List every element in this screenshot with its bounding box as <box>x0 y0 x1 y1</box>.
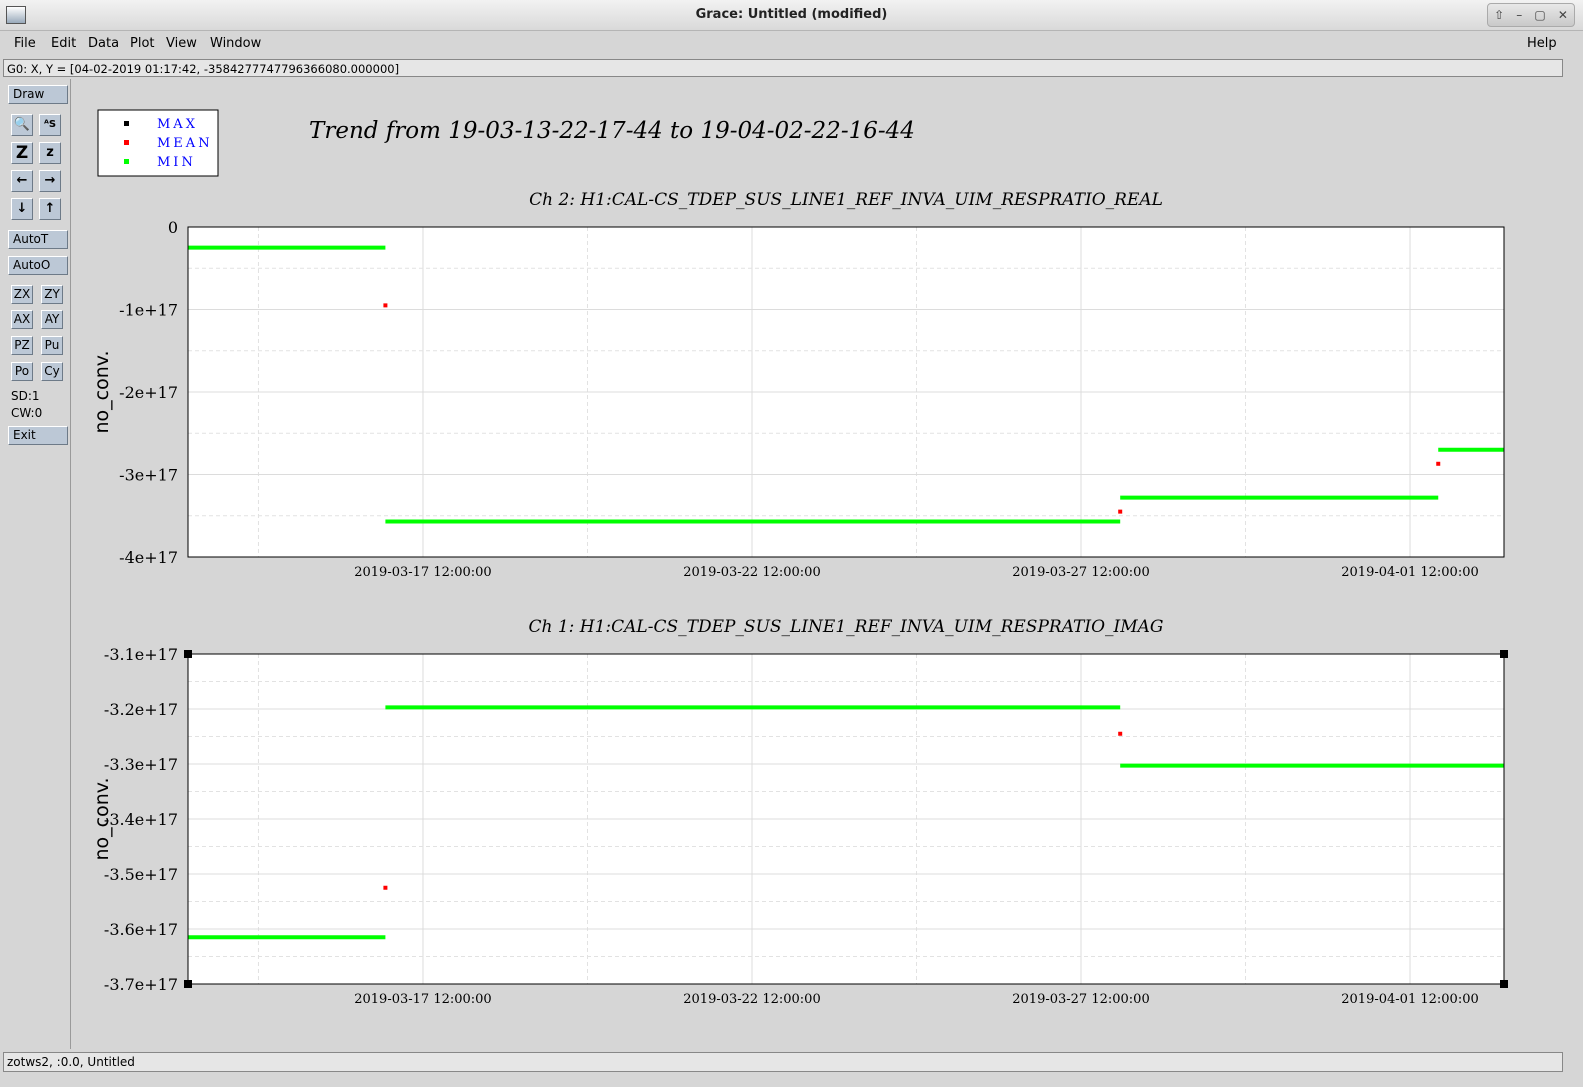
menu-window[interactable]: Window <box>210 36 261 51</box>
y-tick-label: -4e+17 <box>119 548 178 567</box>
menu-data[interactable]: Data <box>88 36 119 51</box>
y-tick-label: -2e+17 <box>119 383 178 402</box>
y-tick-label: -3.3e+17 <box>104 755 178 774</box>
y-tick-label: -3.1e+17 <box>104 645 178 664</box>
chart-title: Ch 2: H1:CAL-CS_TDEP_SUS_LINE1_REF_INVA_… <box>529 190 1163 210</box>
arrow-right-icon[interactable]: → <box>39 170 61 192</box>
y-tick-label: 0 <box>168 218 178 237</box>
draw-button[interactable]: Draw <box>8 85 68 104</box>
selection-handle[interactable] <box>184 980 192 988</box>
maximize-window-icon[interactable]: ▢ <box>1534 9 1545 21</box>
legend-max-label: MAX <box>157 117 198 132</box>
y-axis-label: no_conv. <box>91 350 113 433</box>
zoom-icon[interactable]: 🔍 <box>11 114 33 136</box>
trend-title: Trend from 19-03-13-22-17-44 to 19-04-02… <box>309 118 915 144</box>
zoom-small-icon[interactable]: z <box>39 142 61 164</box>
tool-panel: Draw 🔍 ᴬS Z z ← → ↓ ↑ AutoT AutoO ZX ZY … <box>3 79 71 1049</box>
legend-mean-label: MEAN <box>157 136 213 151</box>
arrow-left-icon[interactable]: ← <box>11 170 33 192</box>
cy-button[interactable]: Cy <box>41 362 63 381</box>
po-button[interactable]: Po <box>11 362 33 381</box>
y-tick-label: -3.2e+17 <box>104 700 178 719</box>
x-tick-label: 2019-03-27 12:00:00 <box>1012 565 1149 580</box>
zy-button[interactable]: ZY <box>41 285 63 304</box>
exit-button[interactable]: Exit <box>8 426 68 445</box>
set-depth-label: SD:1 <box>11 389 40 403</box>
x-tick-label: 2019-03-27 12:00:00 <box>1012 992 1149 1007</box>
autot-button[interactable]: AutoT <box>8 230 68 249</box>
footer-status: zotws2, :0.0, Untitled <box>3 1052 1563 1072</box>
window-title: Grace: Untitled (modified) <box>695 7 888 22</box>
graph-area[interactable]: MAX MEAN MIN Trend from 19-03-13-22-17-4… <box>73 80 1563 1048</box>
series-mean-point <box>383 303 388 308</box>
pu-button[interactable]: Pu <box>41 336 63 355</box>
graph-ch2[interactable]: Ch 2: H1:CAL-CS_TDEP_SUS_LINE1_REF_INVA_… <box>91 190 1505 580</box>
text-tool-icon[interactable]: ᴬS <box>39 114 61 136</box>
menu-view[interactable]: View <box>166 36 197 51</box>
window-controls: ⇧ – ▢ ✕ <box>1487 3 1575 27</box>
locator-readout: G0: X, Y = [04-02-2019 01:17:42, -358427… <box>3 59 1563 77</box>
current-world-label: CW:0 <box>11 406 43 420</box>
legend-max-marker <box>124 121 129 126</box>
menu-help[interactable]: Help <box>1527 36 1557 51</box>
selection-handle[interactable] <box>1500 650 1508 658</box>
menu-edit[interactable]: Edit <box>51 36 76 51</box>
graph-ch1[interactable]: Ch 1: H1:CAL-CS_TDEP_SUS_LINE1_REF_INVA_… <box>91 617 1508 1007</box>
autoo-button[interactable]: AutoO <box>8 256 68 275</box>
selection-handle[interactable] <box>1500 980 1508 988</box>
y-axis-label: no_conv. <box>91 777 113 860</box>
series-mean-point <box>1436 461 1441 466</box>
chart-title: Ch 1: H1:CAL-CS_TDEP_SUS_LINE1_REF_INVA_… <box>528 617 1163 637</box>
title-bar: Grace: Untitled (modified) ⇧ – ▢ ✕ <box>0 0 1583 31</box>
minimize-window-icon[interactable]: – <box>1516 9 1522 21</box>
x-tick-label: 2019-03-17 12:00:00 <box>354 992 491 1007</box>
y-tick-label: -1e+17 <box>119 301 178 320</box>
plot-canvas[interactable]: MAX MEAN MIN Trend from 19-03-13-22-17-4… <box>73 80 1563 1048</box>
y-tick-label: -3.6e+17 <box>104 920 178 939</box>
close-window-icon[interactable]: ✕ <box>1558 9 1568 21</box>
ay-button[interactable]: AY <box>41 310 63 329</box>
x-tick-label: 2019-03-17 12:00:00 <box>354 565 491 580</box>
y-tick-label: -3.5e+17 <box>104 865 178 884</box>
shade-window-icon[interactable]: ⇧ <box>1494 9 1504 21</box>
zx-button[interactable]: ZX <box>11 285 33 304</box>
arrow-up-icon[interactable]: ↑ <box>39 198 61 220</box>
pz-button[interactable]: PZ <box>11 336 33 355</box>
zoom-big-icon[interactable]: Z <box>11 142 33 164</box>
x-tick-label: 2019-04-01 12:00:00 <box>1341 565 1478 580</box>
y-tick-label: -3.7e+17 <box>104 975 178 994</box>
legend-mean-marker <box>124 140 129 145</box>
selection-handle[interactable] <box>184 650 192 658</box>
y-tick-label: -3e+17 <box>119 466 178 485</box>
legend-min-marker <box>124 159 129 164</box>
ax-button[interactable]: AX <box>11 310 33 329</box>
menu-bar: File Edit Data Plot View Window Help <box>0 31 1583 56</box>
x-tick-label: 2019-03-22 12:00:00 <box>683 992 820 1007</box>
x-tick-label: 2019-03-22 12:00:00 <box>683 565 820 580</box>
series-mean-point <box>1118 509 1123 514</box>
arrow-down-icon[interactable]: ↓ <box>11 198 33 220</box>
legend-min-label: MIN <box>157 155 196 170</box>
menu-file[interactable]: File <box>14 36 36 51</box>
x-tick-label: 2019-04-01 12:00:00 <box>1341 992 1478 1007</box>
menu-plot[interactable]: Plot <box>130 36 155 51</box>
series-mean-point <box>1118 731 1123 736</box>
y-tick-label: -3.4e+17 <box>104 810 178 829</box>
series-mean-point <box>383 885 388 890</box>
legend: MAX MEAN MIN <box>97 109 219 177</box>
